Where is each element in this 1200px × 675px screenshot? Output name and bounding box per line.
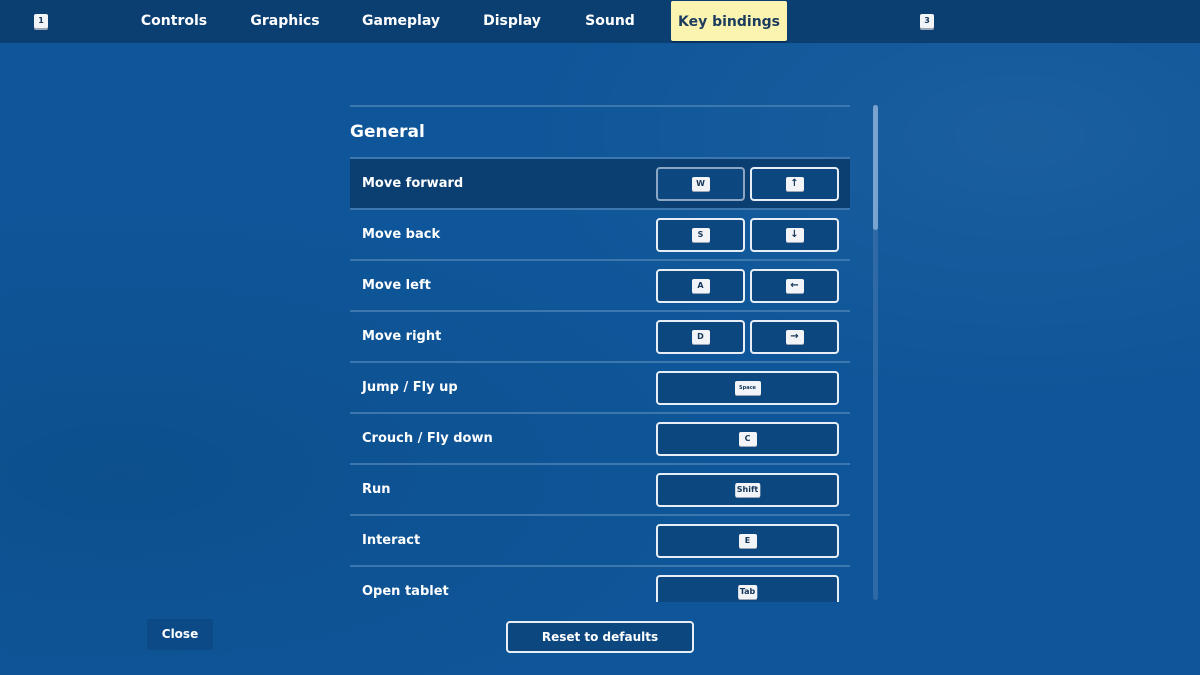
primary-binding-button[interactable]: Space bbox=[656, 371, 839, 405]
binding-row-jump-fly-up[interactable]: Jump / Fly up Space bbox=[350, 363, 850, 414]
scrollbar-thumb[interactable] bbox=[873, 105, 878, 230]
binding-label: Open tablet bbox=[362, 584, 449, 599]
arrow-left-key-icon: ← bbox=[785, 279, 804, 293]
tab-key-bindings[interactable]: Key bindings bbox=[671, 1, 787, 41]
section-title-general: General bbox=[350, 107, 850, 159]
arrow-down-key-icon: ↓ bbox=[785, 228, 804, 242]
secondary-binding-button[interactable]: ↓ bbox=[750, 218, 839, 252]
primary-binding-button[interactable]: C bbox=[656, 422, 839, 456]
key-space-icon: Space bbox=[734, 381, 761, 395]
prev-tab-key-hint: 1 bbox=[34, 14, 48, 28]
reset-to-defaults-button[interactable]: Reset to defaults bbox=[506, 621, 694, 653]
binding-row-move-forward[interactable]: Move forward W ↑ bbox=[350, 159, 850, 210]
top-tab-bar: 1 Controls Graphics Gameplay Display Sou… bbox=[0, 0, 1200, 43]
key-tab-icon: Tab bbox=[737, 585, 758, 599]
secondary-binding-button[interactable]: → bbox=[750, 320, 839, 354]
binding-label: Run bbox=[362, 482, 391, 497]
primary-binding-button[interactable]: E bbox=[656, 524, 839, 558]
binding-label: Crouch / Fly down bbox=[362, 431, 493, 446]
secondary-binding-button[interactable]: ← bbox=[750, 269, 839, 303]
binding-row-move-left[interactable]: Move left A ← bbox=[350, 261, 850, 312]
binding-label: Move left bbox=[362, 278, 431, 293]
binding-row-interact[interactable]: Interact E bbox=[350, 516, 850, 567]
tab-controls[interactable]: Controls bbox=[133, 0, 215, 43]
binding-row-move-right[interactable]: Move right D → bbox=[350, 312, 850, 363]
panel-scrollbar[interactable] bbox=[873, 105, 878, 600]
binding-row-crouch-fly-down[interactable]: Crouch / Fly down C bbox=[350, 414, 850, 465]
tab-gameplay[interactable]: Gameplay bbox=[358, 0, 444, 43]
primary-binding-button[interactable]: D bbox=[656, 320, 745, 354]
tab-display[interactable]: Display bbox=[478, 0, 546, 43]
binding-row-run[interactable]: Run Shift bbox=[350, 465, 850, 516]
next-tab-key-hint: 3 bbox=[920, 14, 934, 28]
close-button[interactable]: Close bbox=[147, 619, 213, 650]
primary-binding-button[interactable]: Tab bbox=[656, 575, 839, 602]
key-d-icon: D bbox=[691, 330, 710, 344]
key-bindings-panel: General Move forward W ↑ Move back S ↓ M… bbox=[350, 105, 850, 602]
binding-label: Interact bbox=[362, 533, 421, 548]
primary-binding-button[interactable]: S bbox=[656, 218, 745, 252]
primary-binding-button[interactable]: A bbox=[656, 269, 745, 303]
key-c-icon: C bbox=[738, 432, 757, 446]
primary-binding-button[interactable]: Shift bbox=[656, 473, 839, 507]
key-w-icon: W bbox=[691, 177, 710, 191]
binding-label: Move back bbox=[362, 227, 441, 242]
primary-binding-button[interactable]: W bbox=[656, 167, 745, 201]
binding-row-open-tablet[interactable]: Open tablet Tab bbox=[350, 567, 850, 602]
key-s-icon: S bbox=[691, 228, 710, 242]
arrow-up-key-icon: ↑ bbox=[785, 177, 804, 191]
key-e-icon: E bbox=[738, 534, 757, 548]
binding-row-move-back[interactable]: Move back S ↓ bbox=[350, 210, 850, 261]
binding-label: Move forward bbox=[362, 176, 464, 191]
binding-label: Jump / Fly up bbox=[362, 380, 458, 395]
tab-sound[interactable]: Sound bbox=[580, 0, 640, 43]
secondary-binding-button[interactable]: ↑ bbox=[750, 167, 839, 201]
key-shift-icon: Shift bbox=[734, 483, 761, 497]
arrow-right-key-icon: → bbox=[785, 330, 804, 344]
tab-graphics[interactable]: Graphics bbox=[245, 0, 325, 43]
binding-label: Move right bbox=[362, 329, 442, 344]
key-a-icon: A bbox=[691, 279, 710, 293]
